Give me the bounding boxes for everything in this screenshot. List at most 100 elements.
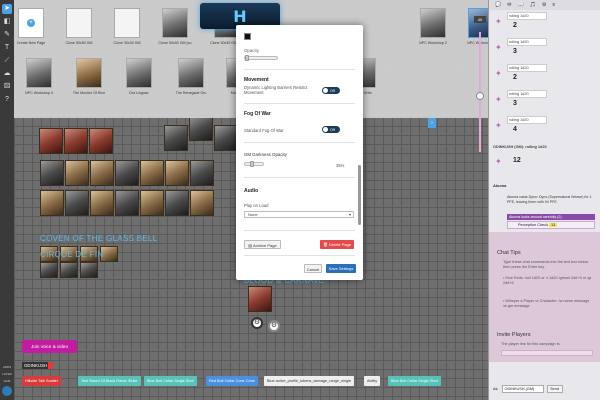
page-thumbnail[interactable] <box>178 58 204 88</box>
save-settings-button[interactable]: Save Settings <box>326 264 356 273</box>
map-token[interactable] <box>60 262 78 278</box>
delete-page-button[interactable]: 🗑 Delete Page <box>320 240 354 249</box>
sidebar-tab-icon[interactable]: ≡ <box>552 2 555 8</box>
zoom-slider-handle[interactable] <box>476 92 484 100</box>
dialog-scrollbar[interactable] <box>358 165 361 225</box>
player-name-tag[interactable]: ODINKUSH <box>22 362 50 369</box>
page-thumbnail[interactable] <box>162 8 188 38</box>
archive-page-label: Archive Page <box>252 243 277 248</box>
send-button[interactable]: Send <box>546 385 563 393</box>
roll-result: 3 <box>513 100 517 107</box>
macro-button[interactable]: Test Sword Of Black Flame Strike <box>78 376 141 386</box>
page-thumbnail[interactable] <box>114 8 140 38</box>
page-strip-toggle-button[interactable]: › <box>428 118 436 128</box>
map-token[interactable] <box>164 125 188 151</box>
sidebar-tab-icon[interactable]: ⚙ <box>542 2 546 8</box>
gm-roll-result: 12 <box>513 157 521 164</box>
sidebar-tab-icon[interactable]: 💬 <box>495 2 501 8</box>
map-token[interactable] <box>65 190 89 216</box>
movement-toggle[interactable]: Off <box>322 87 340 94</box>
perception-roll-row: Perception Check 13 <box>507 221 595 229</box>
d20-icon: ✦ <box>495 43 502 52</box>
archive-page-button[interactable]: ▤ Archive Page <box>244 240 281 249</box>
page-thumbnail[interactable] <box>26 58 52 88</box>
draw-tool[interactable]: ✎ <box>2 30 12 40</box>
map-token[interactable] <box>64 128 88 154</box>
token-settings-gear-icon[interactable]: ⚙ <box>251 317 263 329</box>
map-token[interactable] <box>115 190 139 216</box>
sidebar-tab-icon[interactable]: ✉ <box>507 2 511 8</box>
map-token[interactable] <box>248 286 272 312</box>
page-thumbnail[interactable] <box>420 8 446 38</box>
zoom-level[interactable]: 40 <box>474 16 486 23</box>
map-token[interactable] <box>65 160 89 186</box>
macro-button[interactable]: Blue Bolt Cellar Single Shot <box>388 376 441 386</box>
page-thumbnail-label: The Renegade Orc <box>175 91 207 95</box>
darkness-opacity-slider[interactable] <box>244 161 264 167</box>
map-token[interactable] <box>39 128 63 154</box>
sidebar-tab-icon[interactable]: 🎵 <box>530 2 536 8</box>
opacity-slider[interactable] <box>244 55 278 61</box>
audio-title: Audio <box>244 188 259 194</box>
page-thumbnail-label: NPC Workshop 4 <box>25 91 53 95</box>
d20-icon: ✦ <box>495 17 502 26</box>
fog-of-war-toggle-text: Off <box>330 127 335 132</box>
play-on-load-select[interactable]: None ▾ <box>244 211 354 218</box>
map-token[interactable] <box>40 262 58 278</box>
roll-result: 2 <box>513 22 517 29</box>
page-thumbnail[interactable] <box>126 58 152 88</box>
sidebar-tab-icon[interactable]: 📖 <box>517 2 523 8</box>
macro-button[interactable]: Hillside Talk Scatter <box>22 376 62 386</box>
fog-tool[interactable]: ☁ <box>2 69 12 79</box>
background-color-swatch[interactable] <box>244 33 251 40</box>
page-thumbnail[interactable] <box>76 58 102 88</box>
macro-button[interactable]: Blue Bolt Cellar Single Shot <box>144 376 197 386</box>
help-tool[interactable]: ? <box>2 95 12 105</box>
gm-roll-message: ODINKUSH (GM): rolling 1d20 <box>493 145 597 149</box>
akuma-sender: Akuma <box>493 183 597 188</box>
player-color-swatch[interactable] <box>48 362 53 369</box>
map-token[interactable] <box>140 190 164 216</box>
chevron-down-icon: ▾ <box>348 212 351 217</box>
map-token[interactable] <box>140 160 164 186</box>
macro-button[interactable]: Red Bolt Cellar Cone Cone <box>206 376 258 386</box>
join-voice-video-button[interactable]: Join voice & video <box>22 340 77 353</box>
macro-button[interactable]: Blue active_profile_tokens_damage_range_… <box>264 376 355 386</box>
toolbar-bottom-label[interactable]: ADDS <box>3 365 11 369</box>
cancel-button[interactable]: Cancel <box>304 264 322 273</box>
fog-of-war-toggle[interactable]: Off <box>322 126 340 133</box>
opacity-slider-thumb[interactable] <box>245 55 249 61</box>
toggle-knob <box>323 127 328 132</box>
speaking-as-select[interactable]: ODINKUSH (GM) <box>501 385 544 393</box>
page-thumbnail[interactable]: + <box>18 8 44 38</box>
map-token[interactable] <box>214 125 238 151</box>
toolbar-bottom-label[interactable]: DAM <box>4 379 11 383</box>
movement-description: Dynamic Lighting Barriers Restrict Movem… <box>244 85 308 95</box>
map-token[interactable] <box>80 262 98 278</box>
map-token[interactable] <box>189 115 213 141</box>
map-token[interactable] <box>165 160 189 186</box>
map-token[interactable] <box>40 190 64 216</box>
map-token[interactable] <box>190 190 214 216</box>
dice-tool[interactable]: ⚄ <box>2 82 12 92</box>
select-tool[interactable]: ➤ <box>2 4 12 14</box>
page-thumbnail-label: NPC Workshop 2 <box>419 41 447 45</box>
token-menu-gear-icon[interactable]: ⚙ <box>268 320 280 332</box>
invite-link-field[interactable] <box>501 350 593 356</box>
darkness-opacity-slider-thumb[interactable] <box>250 161 254 167</box>
akuma-cast-message: Akuma casts Dyno: Dyno (Supernatural Wea… <box>507 195 592 204</box>
text-icon: T <box>4 44 10 51</box>
avatar[interactable] <box>2 386 12 396</box>
map-token[interactable] <box>90 160 114 186</box>
map-token[interactable] <box>40 160 64 186</box>
map-token[interactable] <box>190 160 214 186</box>
map-token[interactable] <box>115 160 139 186</box>
toolbar-bottom-label[interactable]: LAYER <box>2 372 12 376</box>
macro-button[interactable]: Ability <box>364 376 381 386</box>
map-layer-tool[interactable]: ◧ <box>2 17 12 27</box>
page-thumbnail[interactable] <box>66 8 92 38</box>
map-token[interactable] <box>165 190 189 216</box>
map-token[interactable] <box>90 190 114 216</box>
map-token[interactable] <box>89 128 113 154</box>
ruler-tool[interactable]: ⟋ <box>2 56 12 66</box>
